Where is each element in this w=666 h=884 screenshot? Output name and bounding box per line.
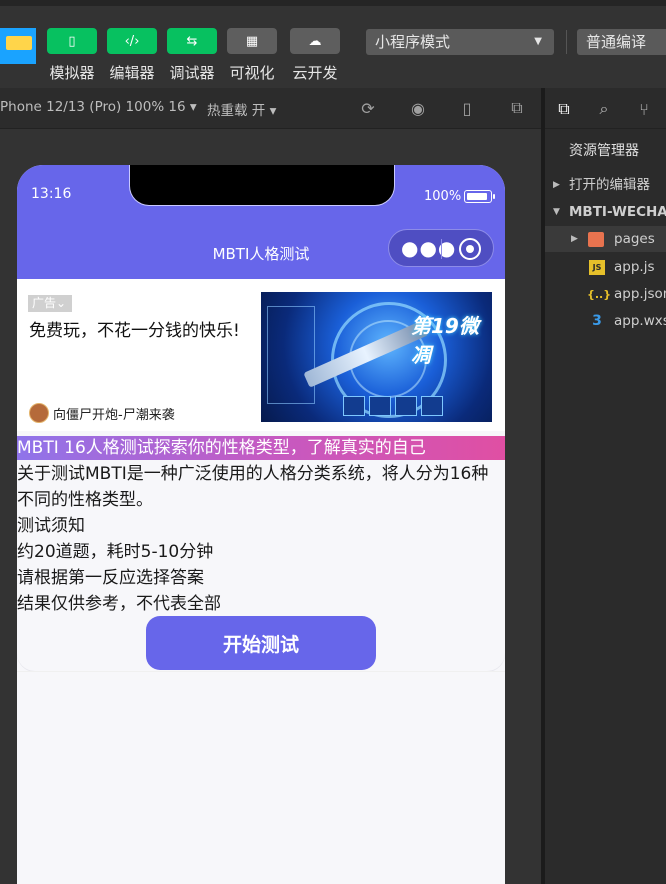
notice-item: 约20道题，耗时5-10分钟 [17, 542, 214, 562]
css-file-icon: 3 [592, 313, 602, 329]
explorer-iconbar: ⧉ ⌕ ⑂ [545, 88, 666, 129]
refresh-icon[interactable]: ⟳ [358, 98, 378, 118]
code-icon: ‹/› [124, 33, 140, 49]
intro-paragraph: 关于测试MBTI是一种广泛使用的人格分类系统，将人分为16种不同的性格类型。 [17, 464, 489, 510]
window-edge [0, 0, 666, 6]
hot-reload-select[interactable]: 热重载 开 ▾ [207, 99, 276, 119]
tree-item-label: app.json [614, 286, 666, 302]
compile-select[interactable]: 普通编译 [577, 29, 666, 55]
chevron-down-icon: ⌄ [56, 296, 67, 310]
notice-heading: 测试须知 [17, 516, 85, 536]
device-icon[interactable]: ▯ [457, 98, 477, 118]
source-control-icon[interactable]: ⑂ [633, 98, 655, 120]
stop-icon[interactable]: ◉ [408, 98, 428, 118]
js-file-icon: JS [589, 260, 605, 275]
window-icon[interactable]: ⧉ [507, 98, 527, 118]
simulator-label: 模拟器 [49, 64, 95, 82]
files-icon[interactable]: ⧉ [553, 98, 575, 120]
open-editors-label: 打开的编辑器 [569, 177, 650, 193]
advertiser-name: 向僵尸开炮-尸潮来袭 [53, 407, 175, 423]
tree-item-label: pages [614, 231, 655, 247]
chevron-down-icon: ▼ [553, 207, 560, 217]
phone-notch [129, 165, 395, 206]
debug-icon: ⇆ [186, 33, 198, 49]
project-avatar[interactable] [0, 28, 36, 64]
simulator-toggle-button[interactable]: ▯ [47, 28, 97, 54]
ad-image[interactable]: 第19微凋 [261, 292, 492, 422]
ad-source: 向僵尸开炮-尸潮来袭 [29, 403, 175, 423]
visual-toggle-button[interactable]: ▦ [227, 28, 277, 54]
more-icon[interactable]: ●●● [401, 238, 456, 258]
cloud-label: 云开发 [292, 64, 338, 82]
battery-icon [464, 190, 495, 203]
search-icon[interactable]: ⌕ [593, 98, 615, 120]
card-divider [17, 671, 505, 672]
cloud-icon: ☁ [308, 33, 322, 49]
tree-item-pages[interactable]: ▶ pages [545, 226, 666, 252]
visual-label: 可视化 [229, 64, 275, 82]
phone-icon: ▯ [68, 33, 76, 49]
ad-banner[interactable]: 广告⌄ 免费玩，不花一分钱的快乐! 向僵尸开炮-尸潮来袭 第19微凋 [17, 279, 505, 431]
tree-item-app-wxss[interactable]: 3 app.wxss [545, 308, 666, 334]
ad-tag-label: 广告 [32, 296, 57, 310]
editor-toggle-button[interactable]: ‹/› [107, 28, 157, 54]
device-select[interactable]: Phone 12/13 (Pro) 100% 16 ▾ [0, 99, 197, 115]
tree-item-label: app.js [614, 259, 655, 275]
chevron-right-icon: ▶ [571, 234, 578, 244]
capsule-divider [441, 239, 442, 259]
explorer-heading: 资源管理器 [569, 143, 639, 159]
advertiser-avatar [29, 403, 49, 423]
project-section[interactable]: ▼ MBTI-WECHAT [545, 199, 666, 225]
menu-capsule[interactable]: ●●● [388, 229, 494, 267]
status-and-nav-bar: 13:16 100% MBTI人格测试 ●●● [17, 165, 505, 279]
debugger-label: 调试器 [169, 64, 215, 82]
editor-label: 编辑器 [109, 64, 155, 82]
open-editors-section[interactable]: ▶ 打开的编辑器 [545, 172, 666, 198]
mode-select-value: 小程序模式 [375, 33, 451, 51]
item-strip [343, 396, 443, 416]
project-name: MBTI-WECHAT [569, 204, 666, 220]
notice-item: 结果仅供参考，不代表全部 [17, 594, 221, 614]
ad-text: 免费玩，不花一分钱的快乐! [29, 321, 240, 341]
chevron-down-icon: ▼ [534, 36, 542, 47]
test-headline: MBTI 16人格测试探索你的性格类型，了解真实的自己 [17, 436, 505, 460]
game-title: 第19微凋 [411, 314, 479, 367]
debugger-toggle-button[interactable]: ⇆ [167, 28, 217, 54]
notice-item: 请根据第一反应选择答案 [17, 568, 204, 588]
hud-panel [267, 306, 315, 404]
tree-item-app-js[interactable]: JS app.js [545, 254, 666, 280]
phone-simulator: 13:16 100% MBTI人格测试 ●●● 广告⌄ 免费玩，不花一分钱的快乐… [17, 165, 505, 884]
toolbar-divider [566, 30, 567, 54]
chevron-right-icon: ▶ [553, 180, 560, 190]
explorer-panel: ⧉ ⌕ ⑂ 资源管理器 ▶ 打开的编辑器 ▼ MBTI-WECHAT ▶ pag… [545, 88, 666, 884]
folder-icon [588, 232, 604, 247]
tree-item-app-json[interactable]: {..} app.json [545, 281, 666, 307]
start-test-button[interactable]: 开始测试 [146, 616, 376, 670]
layout-icon: ▦ [245, 33, 259, 49]
mode-select[interactable]: 小程序模式 ▼ [366, 29, 554, 55]
simulator-toolbar: Phone 12/13 (Pro) 100% 16 ▾ 热重载 开 ▾ ⟳ ◉ … [0, 88, 541, 129]
battery-percent: 100% [424, 189, 462, 204]
close-miniprogram-icon[interactable] [459, 238, 481, 260]
json-file-icon: {..} [587, 288, 612, 301]
ad-tag[interactable]: 广告⌄ [28, 295, 72, 312]
top-toolbar: ▯ 模拟器 ‹/› 编辑器 ⇆ 调试器 ▦ 可视化 ☁ 云开发 小程序模式 ▼ … [0, 0, 666, 88]
status-time: 13:16 [31, 186, 72, 202]
compile-select-value: 普通编译 [586, 33, 647, 51]
tree-item-label: app.wxss [614, 313, 666, 329]
cloud-toggle-button[interactable]: ☁ [290, 28, 340, 54]
